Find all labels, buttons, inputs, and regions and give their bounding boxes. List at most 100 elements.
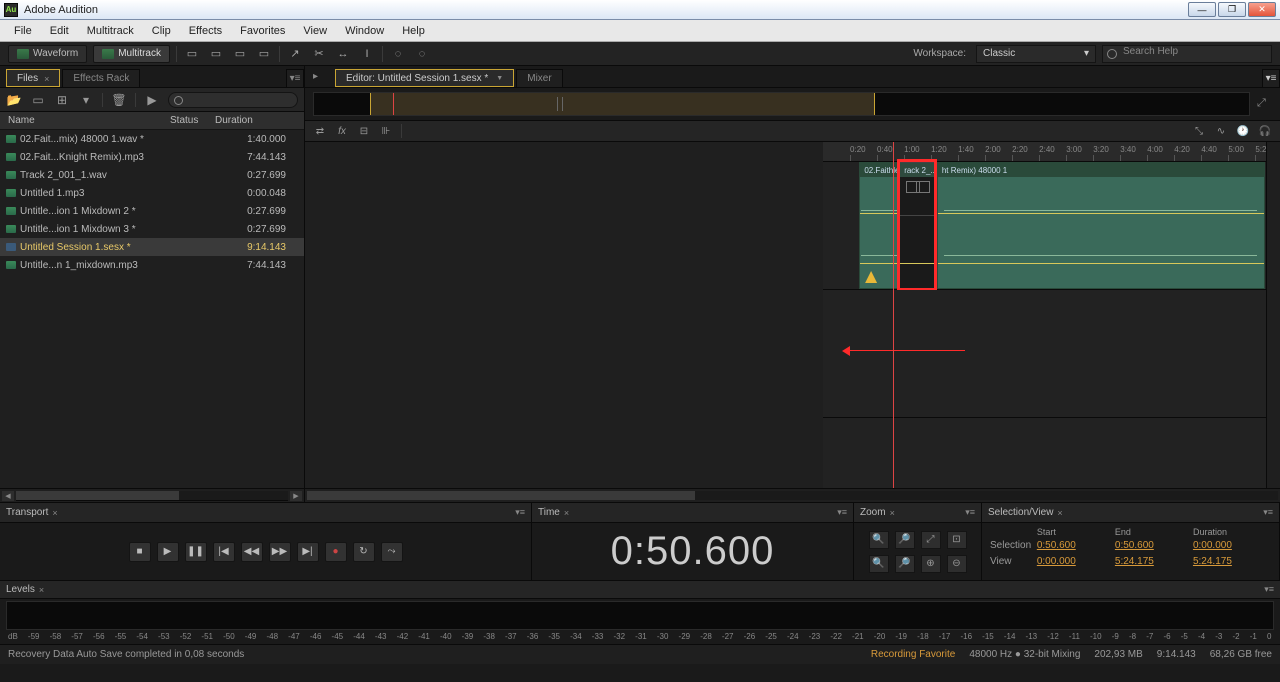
- stop-button[interactable]: ■: [129, 542, 151, 562]
- col-name[interactable]: Name: [0, 115, 170, 126]
- tab-effects-rack[interactable]: Effects Rack: [62, 69, 140, 87]
- levels-meter[interactable]: [6, 601, 1274, 630]
- open-file-icon[interactable]: 📂: [6, 92, 22, 108]
- menu-window[interactable]: Window: [337, 23, 392, 39]
- playhead[interactable]: [893, 142, 894, 488]
- timeline-lanes[interactable]: hms 0:200:401:001:201:402:002:202:403:00…: [823, 142, 1266, 488]
- lane-2[interactable]: [823, 290, 1266, 418]
- play-icon[interactable]: ▶: [144, 92, 160, 108]
- close-icon[interactable]: ×: [1057, 508, 1062, 518]
- close-icon[interactable]: ×: [52, 508, 57, 518]
- snap2-icon[interactable]: ∿: [1212, 123, 1230, 139]
- file-row[interactable]: 02.Fait...Knight Remix).mp37:44.143: [0, 148, 304, 166]
- loop-button[interactable]: ↻: [353, 542, 375, 562]
- ripple-icon[interactable]: ⤡: [1190, 123, 1208, 139]
- fx-icon[interactable]: fx: [333, 123, 351, 139]
- razor-tool[interactable]: ✂: [310, 45, 328, 63]
- lane-3[interactable]: [823, 418, 1266, 488]
- zoom-out-v[interactable]: 🔎: [895, 555, 915, 573]
- close-icon[interactable]: ×: [564, 508, 569, 518]
- import-icon[interactable]: ⊞: [54, 92, 70, 108]
- snap-icon[interactable]: ⇄: [311, 123, 329, 139]
- timeline-overview[interactable]: ⤢: [313, 92, 1250, 116]
- menu-file[interactable]: File: [6, 23, 40, 39]
- zoom-in-h[interactable]: 🔍: [869, 531, 889, 549]
- panel-menu-icon[interactable]: ▾≡: [1263, 507, 1273, 518]
- zoom-out-point[interactable]: ⊖: [947, 555, 967, 573]
- time-display[interactable]: 0:50.600: [611, 529, 775, 574]
- tool-2[interactable]: ▭: [207, 45, 225, 63]
- clip-faithless-2[interactable]: ht Remix) 48000 1: [937, 162, 1265, 289]
- slip-tool[interactable]: ↔: [334, 45, 352, 63]
- menu-effects[interactable]: Effects: [181, 23, 230, 39]
- view-start[interactable]: 0:00.000: [1037, 556, 1115, 567]
- eq-icon[interactable]: ⊪: [377, 123, 395, 139]
- file-row[interactable]: Track 2_001_1.wav0:27.699: [0, 166, 304, 184]
- workspace-select[interactable]: Classic▾: [976, 45, 1096, 63]
- zoom-full-icon[interactable]: ⤢: [1257, 97, 1273, 113]
- pause-button[interactable]: ❚❚: [185, 542, 207, 562]
- minimize-button[interactable]: —: [1188, 2, 1216, 17]
- menu-clip[interactable]: Clip: [144, 23, 179, 39]
- lane-1[interactable]: 02.Faithless - Sun rack 2_...1 ▾ ht Remi…: [823, 162, 1266, 290]
- play-button[interactable]: ▶: [157, 542, 179, 562]
- next-button[interactable]: ▶|: [297, 542, 319, 562]
- file-row[interactable]: Untitle...ion 1 Mixdown 2 *0:27.699: [0, 202, 304, 220]
- file-list[interactable]: 02.Fait...mix) 48000 1.wav *1:40.00002.F…: [0, 130, 304, 488]
- zoom-in-point[interactable]: ⊕: [921, 555, 941, 573]
- filter-input[interactable]: [168, 92, 298, 108]
- record-button[interactable]: ●: [325, 542, 347, 562]
- spot-heal-tool[interactable]: ◌: [389, 45, 407, 63]
- view-end[interactable]: 5:24.175: [1115, 556, 1193, 567]
- close-icon[interactable]: ×: [39, 585, 44, 595]
- maximize-button[interactable]: ❐: [1218, 2, 1246, 17]
- skip-selection-button[interactable]: ⤳: [381, 542, 403, 562]
- multitrack-mode-button[interactable]: Multitrack: [93, 45, 170, 63]
- panel-menu[interactable]: ▾≡: [1262, 69, 1280, 87]
- tool-3[interactable]: ▭: [231, 45, 249, 63]
- chevron-down-icon[interactable]: ▾: [78, 92, 94, 108]
- panel-menu[interactable]: ▾≡: [286, 69, 304, 87]
- waveform-mode-button[interactable]: Waveform: [8, 45, 87, 63]
- file-row[interactable]: Untitled 1.mp30:00.048: [0, 184, 304, 202]
- menu-multitrack[interactable]: Multitrack: [79, 23, 142, 39]
- menu-favorites[interactable]: Favorites: [232, 23, 293, 39]
- metronome-icon[interactable]: 🕐: [1234, 123, 1252, 139]
- tool-4[interactable]: ▭: [255, 45, 273, 63]
- timeline-hscroll[interactable]: [305, 488, 1280, 502]
- scroll-right-icon[interactable]: ▶: [290, 491, 302, 501]
- collapse-icon[interactable]: ▸: [313, 71, 318, 82]
- scroll-left-icon[interactable]: ◀: [2, 491, 14, 501]
- prev-button[interactable]: |◀: [213, 542, 235, 562]
- col-duration[interactable]: Duration: [215, 115, 304, 126]
- close-icon[interactable]: ×: [890, 508, 895, 518]
- search-help-input[interactable]: Search Help: [1102, 45, 1272, 63]
- tool-1[interactable]: ▭: [183, 45, 201, 63]
- menu-view[interactable]: View: [295, 23, 335, 39]
- file-row[interactable]: Untitle...ion 1 Mixdown 3 *0:27.699: [0, 220, 304, 238]
- editor-tab[interactable]: Editor: Untitled Session 1.sesx *▼: [335, 69, 514, 87]
- menu-help[interactable]: Help: [394, 23, 433, 39]
- zoom-full[interactable]: ⤢: [921, 531, 941, 549]
- timeline-vscroll[interactable]: [1266, 142, 1280, 488]
- view-dur[interactable]: 5:24.175: [1193, 556, 1271, 567]
- file-row[interactable]: Untitle...n 1_mixdown.mp37:44.143: [0, 256, 304, 274]
- panel-menu-icon[interactable]: ▾≡: [1264, 584, 1274, 595]
- recording-favorite[interactable]: Recording Favorite: [871, 649, 955, 660]
- panel-menu-icon[interactable]: ▾≡: [965, 507, 975, 518]
- trash-icon[interactable]: 🗑: [111, 92, 127, 108]
- tab-files[interactable]: Files×: [6, 69, 60, 87]
- chevron-down-icon[interactable]: ▼: [496, 75, 503, 82]
- close-button[interactable]: ✕: [1248, 2, 1276, 17]
- forward-button[interactable]: ▶▶: [269, 542, 291, 562]
- sel-start[interactable]: 0:50.600: [1037, 540, 1115, 551]
- zoom-sel[interactable]: ⊡: [947, 531, 967, 549]
- sel-end[interactable]: 0:50.600: [1115, 540, 1193, 551]
- time-select-tool[interactable]: I: [358, 45, 376, 63]
- rewind-button[interactable]: ◀◀: [241, 542, 263, 562]
- file-row[interactable]: 02.Fait...mix) 48000 1.wav *1:40.000: [0, 130, 304, 148]
- panel-menu-icon[interactable]: ▾≡: [515, 507, 525, 518]
- zoom-out-h[interactable]: 🔎: [895, 531, 915, 549]
- zoom-in-v[interactable]: 🔍: [869, 555, 889, 573]
- mixer-tab[interactable]: Mixer: [516, 69, 562, 87]
